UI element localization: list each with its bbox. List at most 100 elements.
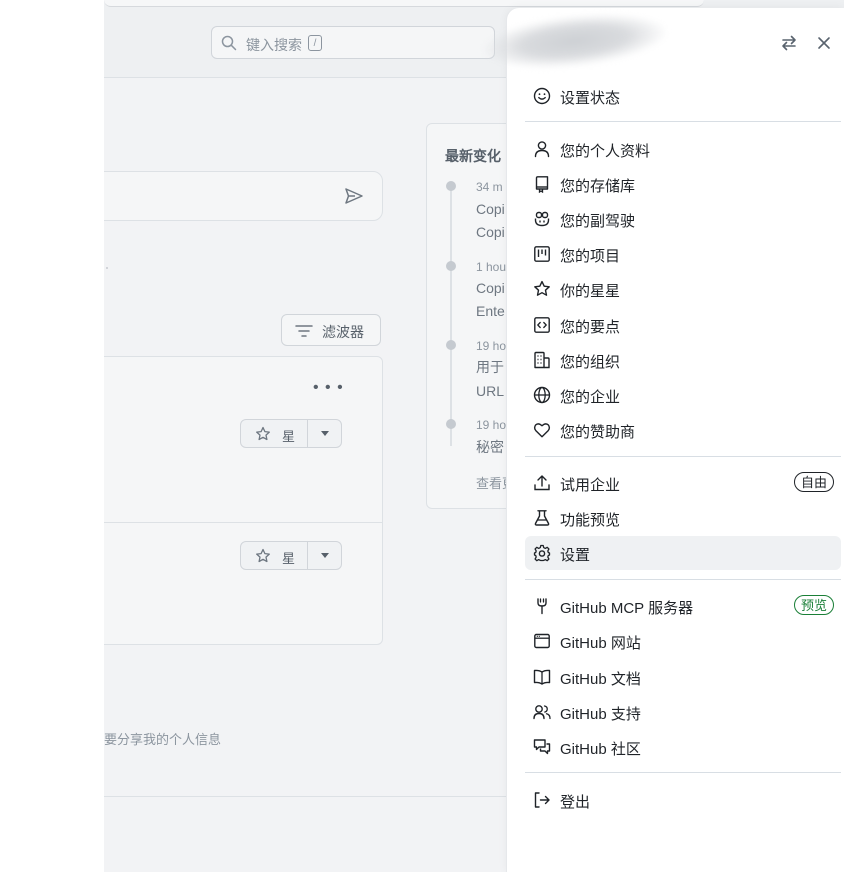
menu-item-sign-out[interactable]: 登出: [525, 783, 841, 817]
search-icon: [221, 35, 237, 51]
upload-icon: [534, 475, 550, 491]
project-icon: [534, 246, 550, 262]
timeline-time: 1 hou: [476, 260, 507, 274]
browser-edge: [104, 0, 704, 7]
more-options-icon[interactable]: • • •: [313, 379, 344, 397]
menu-item-set-status[interactable]: 设置状态: [525, 79, 841, 113]
copilot-chat-input[interactable]: [104, 171, 383, 221]
menu-item-label: 试用企业: [560, 477, 621, 494]
preview-badge: 预览: [793, 595, 834, 615]
star-icon: [256, 426, 270, 441]
people-icon: [533, 705, 551, 720]
timeline-line: [450, 186, 452, 446]
comment-discussion-icon: [533, 739, 551, 755]
timeline-text[interactable]: 用于: [476, 356, 504, 378]
menu-item-label: 您的项目: [560, 248, 621, 265]
filter-label: 滤波器: [322, 324, 364, 340]
timeline-text[interactable]: Copi: [476, 221, 505, 243]
menu-item-projects[interactable]: 您的项目: [525, 237, 841, 271]
browser-icon: [534, 633, 550, 649]
chevron-down-icon[interactable]: [321, 431, 329, 436]
menu-item-github-community[interactable]: GitHub 社区: [525, 730, 841, 764]
menu-item-github-website[interactable]: GitHub 网站: [525, 624, 841, 658]
search-placeholder: 键入搜索: [246, 37, 302, 53]
privacy-text[interactable]: 要分享我的个人信息: [104, 729, 221, 748]
search-shortcut-key: /: [308, 35, 322, 51]
latest-changes-title: 最新变化: [445, 148, 501, 164]
gear-icon: [533, 544, 551, 562]
chevron-down-icon[interactable]: [321, 553, 329, 558]
timeline-dot: [446, 181, 456, 191]
timeline-time: 19 ho: [476, 418, 507, 432]
timeline-text[interactable]: Ente: [476, 300, 505, 322]
menu-item-label: 设置: [560, 547, 591, 564]
send-icon[interactable]: [344, 187, 364, 205]
timeline-dot: [446, 340, 456, 350]
card-divider: [104, 522, 382, 523]
beaker-icon: [534, 510, 550, 526]
menu-item-label: 您的个人资料: [560, 143, 651, 160]
book-icon: [533, 669, 551, 685]
star-icon: [534, 280, 550, 296]
menu-item-organizations[interactable]: 您的组织: [525, 343, 841, 377]
menu-item-settings[interactable]: 设置: [525, 536, 841, 570]
timeline-time: 19 ho: [476, 339, 507, 353]
menu-item-profile[interactable]: 您的个人资料: [525, 132, 841, 166]
timeline-text[interactable]: URL: [476, 380, 504, 402]
filter-icon: [295, 325, 313, 337]
menu-item-label: 您的副驾驶: [560, 213, 636, 230]
menu-item-enterprises[interactable]: 您的企业: [525, 378, 841, 412]
menu-item-label: 您的存储库: [560, 178, 636, 195]
filter-button[interactable]: 滤波器: [281, 314, 381, 346]
menu-item-repositories[interactable]: 您的存储库: [525, 167, 841, 201]
menu-item-label: 您的组织: [560, 354, 621, 371]
code-square-icon: [534, 317, 550, 333]
globe-icon: [533, 386, 551, 404]
star-button[interactable]: 星: [240, 419, 342, 448]
close-icon[interactable]: [814, 33, 834, 53]
star-label: 星: [282, 429, 296, 444]
menu-item-label: 您的赞助商: [560, 424, 636, 441]
timeline-dot: [446, 261, 456, 271]
menu-divider: [525, 456, 841, 457]
menu-item-label: GitHub 支持: [560, 706, 641, 723]
stray-dot: [106, 267, 108, 269]
menu-item-github-support[interactable]: GitHub 支持: [525, 695, 841, 729]
menu-item-label: 登出: [560, 794, 591, 811]
search-input[interactable]: 键入搜索 /: [211, 26, 495, 59]
menu-item-label: 设置状态: [560, 90, 621, 107]
menu-item-github-mcp[interactable]: GitHub MCP 服务器 预览: [525, 589, 841, 623]
menu-item-label: GitHub 社区: [560, 741, 641, 758]
timeline-text[interactable]: Copi: [476, 198, 505, 220]
heart-icon: [533, 423, 551, 438]
mcp-icon: [537, 598, 547, 615]
menu-divider: [525, 121, 841, 122]
menu-item-stars[interactable]: 你的星星: [525, 272, 841, 306]
smiley-icon: [533, 87, 551, 105]
sign-out-icon: [534, 792, 550, 808]
menu-item-try-enterprise[interactable]: 试用企业 自由: [525, 466, 841, 500]
arrows-switch-icon[interactable]: [779, 33, 799, 53]
organization-icon: [534, 351, 550, 369]
menu-item-sponsors[interactable]: 您的赞助商: [525, 413, 841, 447]
menu-item-label: 您的要点: [560, 319, 621, 336]
timeline-text[interactable]: 秘密: [476, 436, 504, 458]
menu-item-label: 您的企业: [560, 389, 621, 406]
menu-item-gists[interactable]: 您的要点: [525, 308, 841, 342]
repo-card: • • • 星 星: [104, 356, 383, 645]
free-badge: 自由: [793, 472, 834, 492]
timeline-time: 34 m: [476, 180, 503, 194]
star-button[interactable]: 星: [240, 541, 342, 570]
timeline-text[interactable]: Copi: [476, 277, 505, 299]
menu-item-label: GitHub MCP 服务器: [560, 600, 694, 617]
menu-item-copilot[interactable]: 您的副驾驶: [525, 202, 841, 236]
menu-item-label: 你的星星: [560, 283, 621, 300]
menu-item-feature-preview[interactable]: 功能预览: [525, 501, 841, 535]
menu-divider: [525, 579, 841, 580]
button-divider: [307, 542, 308, 569]
copilot-icon: [534, 211, 550, 227]
timeline-dot: [446, 419, 456, 429]
menu-item-github-docs[interactable]: GitHub 文档: [525, 660, 841, 694]
menu-divider: [525, 772, 841, 773]
person-icon: [534, 141, 550, 158]
